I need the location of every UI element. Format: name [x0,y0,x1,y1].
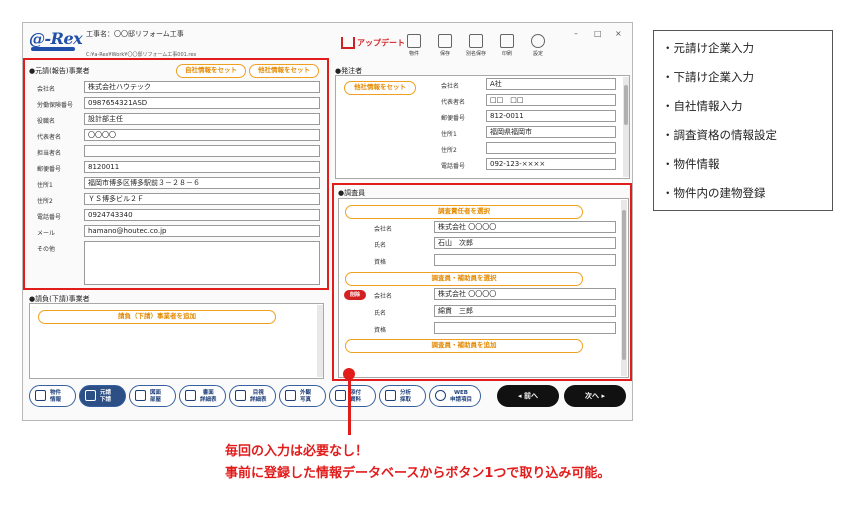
orderer-set-other-info-button[interactable]: 他社情報をセット [344,81,416,95]
nav-attachment-button[interactable]: 添付 資料 [329,385,376,407]
callout-line [348,373,351,435]
prev-button[interactable]: ◂ 前へ [497,385,559,407]
orderer-phone-field[interactable]: 092-123-×××× [486,158,616,170]
nav-line1: 図面 [150,390,162,396]
nav-line2: 採取 [400,397,412,403]
nav-line2: 詳細表 [250,397,267,403]
logo: @-Rex [29,29,83,48]
minimize-button[interactable]: – [574,29,578,38]
update-button[interactable]: アップデート [341,37,405,49]
field-label: 郵便番号 [441,115,466,122]
field-label: 電話番号 [441,163,466,170]
update-label: アップデート [357,38,405,48]
toolbar-label: 保存 [439,51,450,57]
toolbar-save-as-button[interactable]: 別名保存 [463,34,489,57]
contractor-highlight [23,58,329,290]
nav-line1: WEB [453,390,469,396]
subcontractor-scrollbar[interactable] [317,305,323,377]
task-item: ・元請け企業入力 [662,41,754,55]
task-list: ・元請け企業入力 ・下請け企業入力 ・自社情報入力 ・調査資格の情報設定 ・物件… [653,30,833,211]
callout-dot [343,368,355,380]
document-icon [185,390,196,401]
nav-visual-inspection-button[interactable]: 目視 詳細表 [229,385,276,407]
magnifier-icon [235,390,246,401]
field-label: 住所1 [441,131,457,138]
nav-line1: 分析 [400,390,412,396]
task-item: ・物件内の建物登録 [662,186,766,200]
nav-line2: 写真 [300,397,312,403]
nav-line2: 申請項目 [450,397,473,403]
nav-line2: 部屋 [150,397,162,403]
orderer-address1-field[interactable]: 福岡県福岡市 [486,126,616,138]
gear-icon [531,34,545,48]
nav-line1: 元請 [100,390,112,396]
toolbar-label: 別名保存 [465,51,486,57]
orderer-scrollbar[interactable] [623,77,629,177]
nav-contractor-button[interactable]: 元請 下請 [79,385,126,407]
orderer-company-field[interactable]: A社 [486,78,616,90]
nav-web-application-button[interactable]: WEB 申請項目 [429,385,481,407]
nav-exterior-photo-button[interactable]: 外観 写真 [279,385,326,407]
task-item: ・自社情報入力 [662,99,743,113]
close-button[interactable]: × [615,29,622,38]
globe-icon [435,390,446,401]
field-label: 住所2 [441,147,457,154]
field-label: 会社名 [441,83,460,90]
nav-line2: 資料 [350,397,362,403]
house-icon [285,390,296,401]
nav-property-info-button[interactable]: 物件 情報 [29,385,76,407]
toolbar-settings-button[interactable]: 設定 [525,34,551,57]
nav-line1: 添付 [350,390,362,396]
nav-line1: 書面 [202,390,214,396]
nav-analysis-button[interactable]: 分析 採取 [379,385,426,407]
toolbar-print-button[interactable]: 印刷 [494,34,520,57]
orderer-postal-field[interactable]: 812-0011 [486,110,616,122]
project-title: 工事名：〇〇邸リフォーム工事 [86,30,184,38]
nav-document-button[interactable]: 書面 詳細表 [179,385,226,407]
add-subcontractor-button[interactable]: 請負（下請）事業者を追加 [38,310,276,324]
clip-icon [335,390,346,401]
maximize-button[interactable]: □ [594,29,602,38]
toolbar-label: 物件 [408,51,419,57]
nav-line1: 外観 [300,390,312,396]
update-icon [341,37,355,49]
caption-line1: 毎回の入力は必要なし！ [225,444,369,459]
task-item: ・物件情報 [662,157,720,171]
toolbar-label: 設定 [532,51,543,57]
app-window: @-Rex 工事名：〇〇邸リフォーム工事 C:¥a-Rex¥Work¥〇〇邸リフ… [22,22,633,421]
save-as-icon [469,34,483,48]
flask-icon [385,390,396,401]
orderer-representative-field[interactable]: □□ □□ [486,94,616,106]
nav-line1: 物件 [50,390,62,396]
blueprint-icon [135,390,146,401]
nav-line1: 目視 [252,390,264,396]
project-path: C:¥a-Rex¥Work¥〇〇邸リフォーム工事001.rex [86,52,197,58]
nav-line2: 情報 [50,397,62,403]
folder-icon [407,34,421,48]
toolbar-property-button[interactable]: 物件 [401,34,427,57]
subcontractor-panel: 請負（下請）事業者を追加 [29,303,324,379]
field-label: 代表者名 [441,99,466,106]
printer-icon [500,34,514,48]
nav-drawing-button[interactable]: 図面 部屋 [129,385,176,407]
surveyor-highlight [332,183,632,381]
people-icon [85,390,96,401]
nav-line2: 詳細表 [200,397,217,403]
building-icon [35,390,46,401]
task-item: ・下請け企業入力 [662,70,754,84]
task-item: ・調査資格の情報設定 [662,128,777,142]
next-button[interactable]: 次へ ▸ [564,385,626,407]
toolbar-label: 印刷 [501,51,512,57]
orderer-panel: 他社情報をセット 会社名 A社 代表者名 □□ □□ 郵便番号 812-0011… [335,75,630,179]
toolbar-save-button[interactable]: 保存 [432,34,458,57]
orderer-address2-field[interactable] [486,142,616,154]
logo-underline [31,47,75,51]
caption-line2: 事前に登録した情報データベースからボタン1つで取り込み可能。 [225,466,611,481]
nav-line2: 下請 [100,397,112,403]
save-icon [438,34,452,48]
